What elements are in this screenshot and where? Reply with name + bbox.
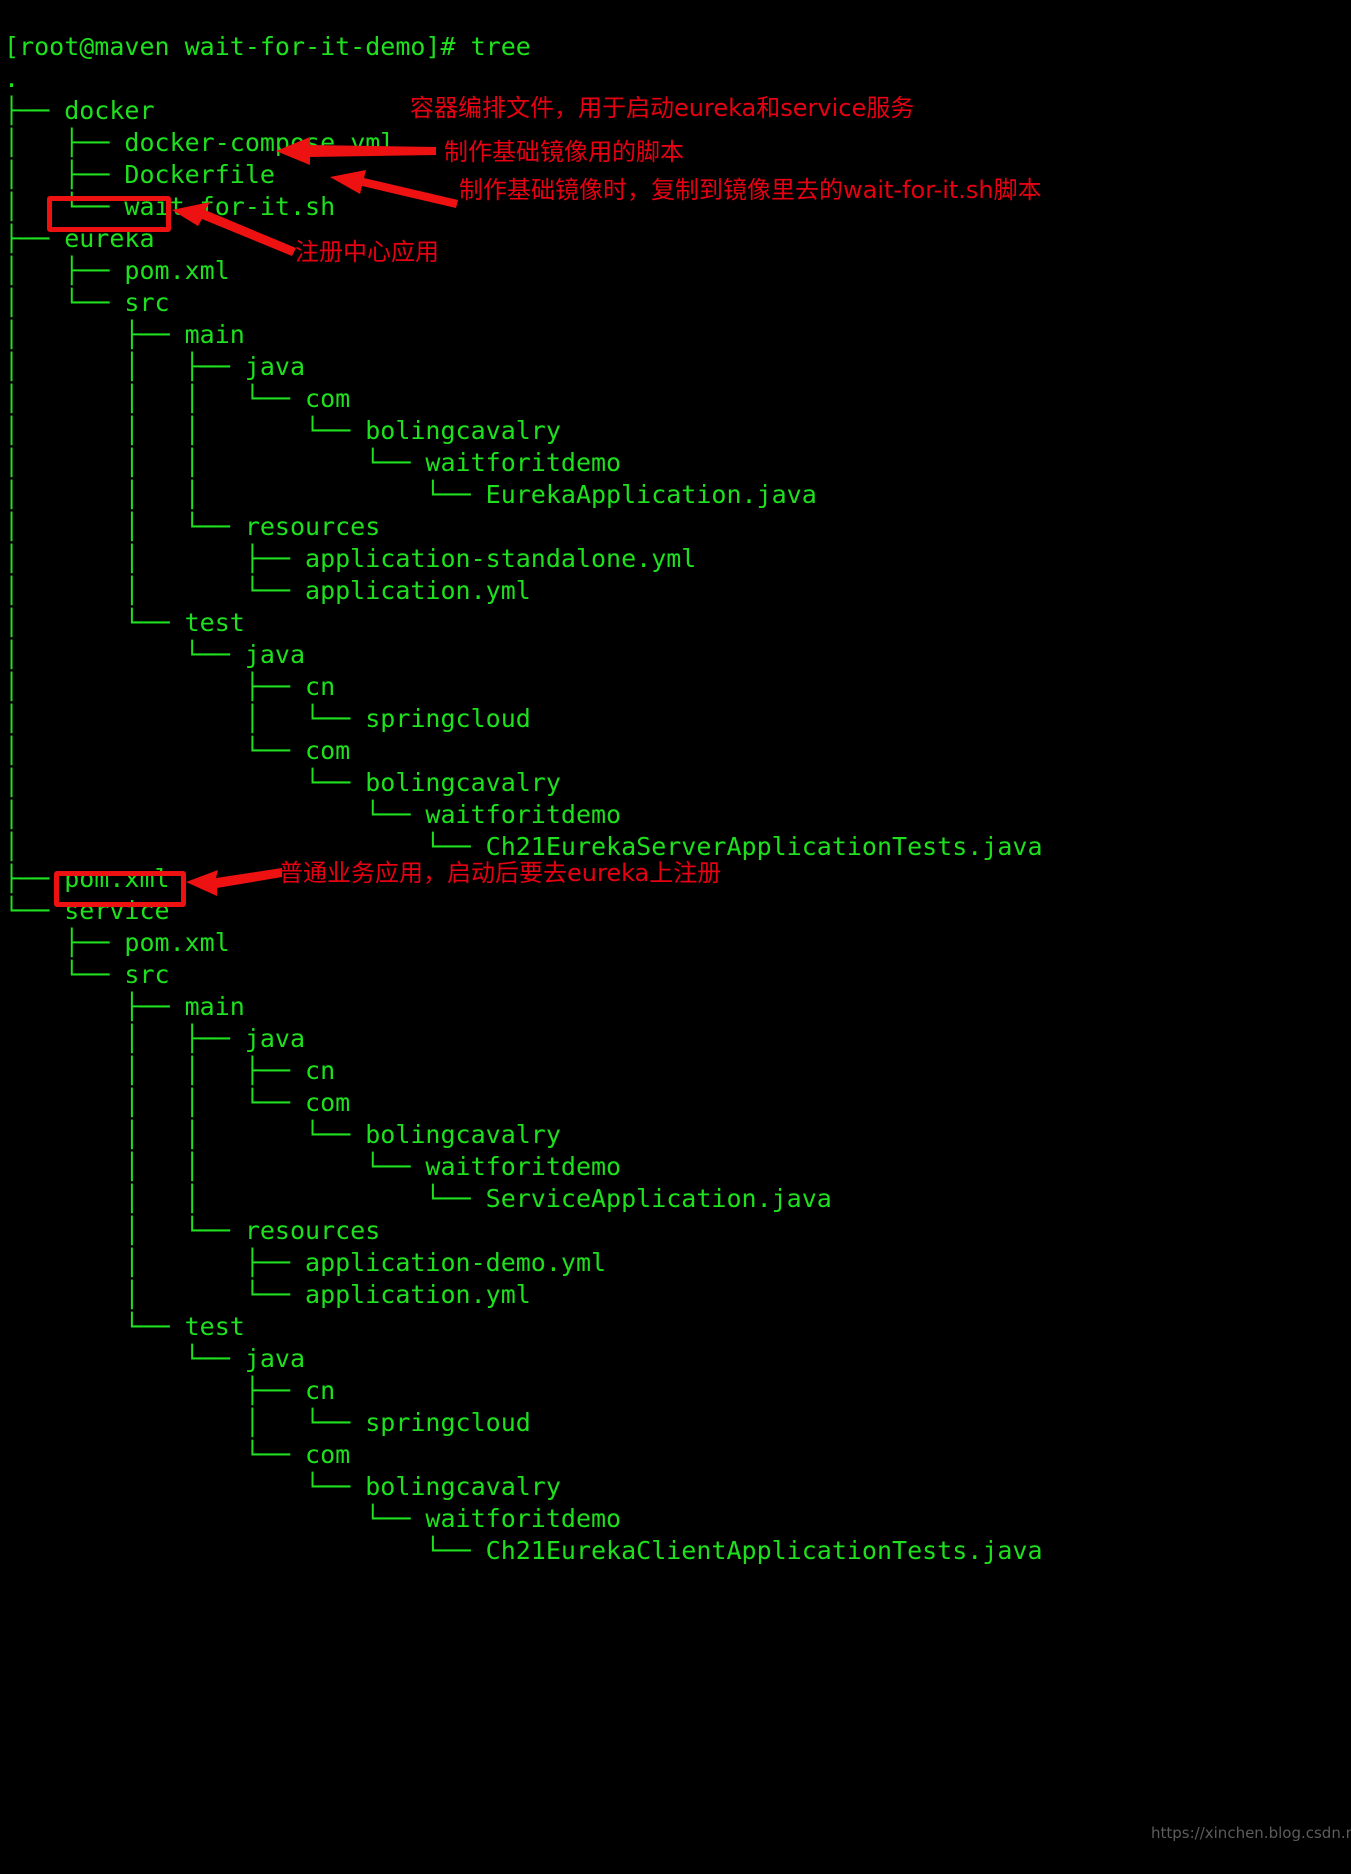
- annotation-dockerfile: 制作基础镜像用的脚本: [444, 138, 684, 166]
- tree-line: │ │ │ └── com: [4, 384, 351, 413]
- annotation-docker-compose: 容器编排文件，用于启动eureka和service服务: [410, 94, 915, 122]
- tree-line: │ └── waitforitdemo: [4, 800, 622, 829]
- tree-line: │ │ └── application.yml: [4, 576, 531, 605]
- tree-line: │ └── com: [4, 736, 351, 765]
- site-watermark: https://xinchen.blog.csdn.net: [1151, 1824, 1351, 1842]
- tree-line: │ │ └── resources: [4, 512, 381, 541]
- tree-line: │ │ ├── java: [4, 352, 306, 381]
- tree-line: │ └── application.yml: [4, 1280, 531, 1309]
- tree-line: │ │ └── bolingcavalry: [4, 1120, 561, 1149]
- tree-line: └── java: [4, 1344, 306, 1373]
- terminal-prompt-line: [root@maven wait-for-it-demo]# tree: [4, 32, 531, 61]
- tree-line: │ │ ├── application-standalone.yml: [4, 544, 697, 573]
- tree-line: │ └── springcloud: [4, 1408, 531, 1437]
- tree-line: └── service: [4, 896, 170, 925]
- tree-line: │ │ │ └── bolingcavalry: [4, 416, 561, 445]
- annotation-service: 普通业务应用，启动后要去eureka上注册: [279, 859, 722, 887]
- tree-line: │ └── resources: [4, 1216, 381, 1245]
- tree-line: │ └── bolingcavalry: [4, 768, 561, 797]
- tree-line: │ ├── cn: [4, 672, 336, 701]
- tree-line: └── com: [4, 1440, 351, 1469]
- tree-line: └── test: [4, 1312, 245, 1341]
- tree-line: ├── eureka: [4, 224, 155, 253]
- tree-line: │ │ └── ServiceApplication.java: [4, 1184, 832, 1213]
- tree-line: │ │ │ └── EurekaApplication.java: [4, 480, 817, 509]
- annotation-wait-for-it: 制作基础镜像时，复制到镜像里去的wait-for-it.sh脚本: [459, 176, 1042, 204]
- tree-line: │ ├── application-demo.yml: [4, 1248, 607, 1277]
- tree-line: ├── pom.xml: [4, 928, 230, 957]
- tree-line: │ │ └── com: [4, 1088, 351, 1117]
- tree-line: │ │ └── waitforitdemo: [4, 1152, 622, 1181]
- tree-line: │ │ └── springcloud: [4, 704, 531, 733]
- tree-line: │ │ ├── cn: [4, 1056, 336, 1085]
- tree-line: │ │ │ └── waitforitdemo: [4, 448, 622, 477]
- tree-line: │ └── src: [4, 288, 170, 317]
- annotation-eureka: 注册中心应用: [295, 238, 439, 266]
- tree-line: .: [4, 64, 20, 93]
- tree-line: │ └── java: [4, 640, 306, 669]
- tree-line: │ ├── pom.xml: [4, 256, 230, 285]
- tree-line: ├── cn: [4, 1376, 336, 1405]
- terminal-output: [root@maven wait-for-it-demo]# tree. ├── …: [0, 25, 1351, 1874]
- tree-line: └── bolingcavalry: [4, 1472, 561, 1501]
- tree-line: └── waitforitdemo: [4, 1504, 622, 1533]
- tree-line: └── Ch21EurekaClientApplicationTests.jav…: [4, 1536, 1043, 1565]
- tree-line: │ ├── main: [4, 320, 245, 349]
- tree-line: │ └── test: [4, 608, 245, 637]
- tree-line: └── src: [4, 960, 170, 989]
- tree-line: │ ├── java: [4, 1024, 306, 1053]
- tree-line: ├── main: [4, 992, 245, 1021]
